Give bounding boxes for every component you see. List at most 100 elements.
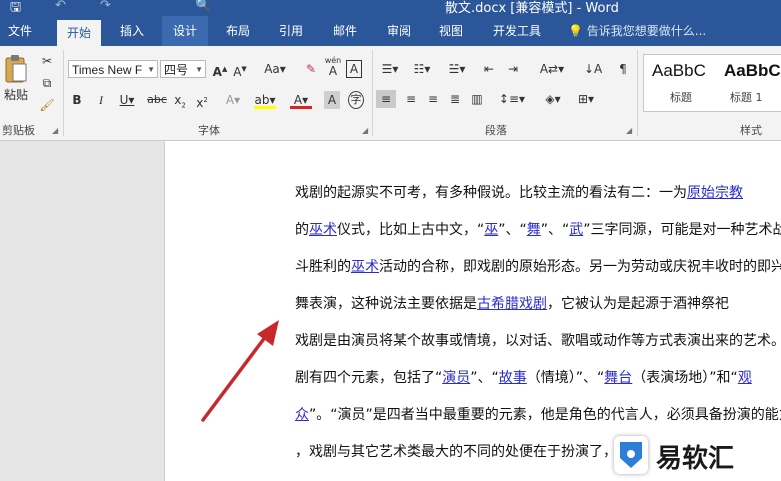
watermark-brand: 易软汇 [656, 444, 735, 474]
multilevel-list-icon[interactable]: ☱▾ [444, 60, 470, 78]
divider [63, 50, 64, 136]
bullets-icon[interactable]: ☰▾ [378, 60, 402, 78]
italic-icon[interactable]: I [94, 91, 108, 109]
sort-icon[interactable]: ↓A [584, 60, 602, 78]
hyperlink[interactable]: 古希腊戏剧 [477, 296, 547, 312]
shrink-font-icon[interactable]: A▼ [232, 60, 248, 79]
hyperlink[interactable]: 原始宗教 [687, 185, 743, 201]
document-line[interactable]: 剧有四个元素，包括了“演员”、“故事（情境）”、“舞台（表演场地）”和“观 [295, 368, 752, 388]
shading-icon[interactable]: ◈▾ [540, 90, 566, 108]
hyperlink[interactable]: 巫术 [309, 222, 337, 238]
format-painter-icon[interactable]: 🖌 [38, 96, 56, 114]
font-name-combo[interactable]: Times New F ▼ [68, 60, 158, 78]
document-line[interactable]: 众”。“演员”是四者当中最重要的元素，他是角色的代言人，必须具备扮演的能力 [295, 405, 781, 425]
decrease-indent-icon[interactable]: ⇤ [480, 60, 498, 78]
cut-icon[interactable]: ✂ [38, 52, 56, 70]
document-line[interactable]: ，戏剧与其它艺术类最大的不同的处便在于扮演了，通 [295, 442, 631, 462]
chevron-down-icon: ▼ [195, 65, 203, 74]
highlight-color-icon[interactable]: ab▾ [254, 91, 276, 109]
font-size-combo[interactable]: 四号 ▼ [160, 60, 206, 78]
styles-group-label: 样式 [740, 124, 762, 137]
undo-icon[interactable]: ↶ [55, 0, 66, 13]
tab-file[interactable]: 文件 [0, 16, 40, 46]
phonetic-guide-icon[interactable]: wén A [324, 56, 342, 80]
paragraph-launcher-icon[interactable]: ◢ [626, 126, 632, 135]
redo-icon[interactable]: ↷ [100, 0, 111, 13]
tab-home[interactable]: 开始 [57, 20, 101, 46]
bold-icon[interactable]: B [70, 91, 84, 109]
text-run: 活动的合称，即戏剧的原始形态。另一为劳动或庆祝丰收时的即兴歌 [379, 259, 781, 275]
text-run: ”、“ [498, 222, 527, 238]
ribbon-home: 粘贴 ✂ ⧉ 🖌 剪贴板 ◢ Times New F ▼ 四号 ▼ A▲ A▼ … [0, 46, 781, 141]
hyperlink[interactable]: 巫 [484, 222, 498, 238]
tab-layout[interactable]: 布局 [216, 16, 260, 46]
enclose-characters-icon[interactable]: 字 [348, 91, 364, 109]
red-arrow-annotation [201, 320, 279, 422]
style-heading-name: 标题 [670, 91, 692, 104]
align-right-icon[interactable]: ≡ [424, 90, 442, 108]
window-title: 散文.docx [兼容模式] - Word [445, 1, 619, 16]
style-heading1-name: 标题 1 [730, 91, 763, 104]
numbering-icon[interactable]: ☷▾ [410, 60, 434, 78]
tab-developer[interactable]: 开发工具 [482, 16, 552, 46]
text-run: 斗胜利的 [295, 259, 351, 275]
grow-font-icon[interactable]: A▲ [212, 60, 228, 79]
borders-icon[interactable]: ⊞▾ [574, 90, 598, 108]
hyperlink[interactable]: 演员 [442, 370, 470, 386]
tab-references[interactable]: 引用 [268, 16, 314, 46]
document-line[interactable]: 戏剧是由演员将某个故事或情境，以对话、歌唱或动作等方式表演出来的艺术。戏 [295, 331, 781, 351]
hyperlink[interactable]: 故事 [499, 370, 527, 386]
clipboard-group-label: 剪贴板 [2, 124, 35, 137]
text-effects-icon[interactable]: A▾ [222, 91, 244, 109]
font-group-label: 字体 [198, 124, 220, 137]
change-case-icon[interactable]: Aa▾ [260, 60, 290, 78]
hyperlink[interactable]: 众 [295, 407, 309, 423]
document-line[interactable]: 的巫术仪式，比如上古中文，“巫”、“舞”、“武”三字同源，可能是对一种艺术战 [295, 220, 781, 240]
superscript-icon[interactable]: x2 [194, 91, 210, 110]
print-preview-icon[interactable]: 🔍 [195, 0, 211, 13]
text-run: 戏剧是由演员将某个故事或情境，以对话、歌唱或动作等方式表演出来的艺术。戏 [295, 333, 781, 349]
tab-mailings[interactable]: 邮件 [322, 16, 368, 46]
subscript-icon[interactable]: x2 [172, 91, 188, 109]
underline-icon[interactable]: U▾ [116, 91, 138, 109]
hyperlink[interactable]: 舞台 [604, 370, 632, 386]
character-shading-icon[interactable]: A [324, 91, 340, 109]
distributed-icon[interactable]: ▥ [468, 90, 486, 108]
text-run: ”、“ [470, 370, 499, 386]
paste-icon[interactable] [4, 54, 28, 84]
hyperlink[interactable]: 武 [569, 222, 583, 238]
styles-gallery[interactable]: AaBbC 标题 AaBbC 标题 1 [643, 54, 781, 112]
increase-indent-icon[interactable]: ⇥ [504, 60, 522, 78]
tell-me-box[interactable]: 💡 告诉我您想要做什么... [568, 16, 706, 46]
paste-button[interactable]: 粘贴 [2, 86, 30, 104]
font-name-value: Times New F [72, 63, 143, 77]
font-size-value: 四号 [164, 63, 189, 77]
align-center-icon[interactable]: ≡ [402, 90, 420, 108]
document-line[interactable]: 舞表演，这种说法主要依据是古希腊戏剧，它被认为是起源于酒神祭祀 [295, 294, 729, 314]
clipboard-launcher-icon[interactable]: ◢ [52, 126, 58, 135]
text-run: ”、“ [540, 222, 570, 238]
tab-design[interactable]: 设计 [162, 16, 208, 46]
character-border-icon[interactable]: A [346, 60, 362, 78]
hyperlink[interactable]: 观 [738, 370, 752, 386]
hyperlink[interactable]: 舞 [527, 222, 541, 238]
save-icon[interactable]: 🖫 [10, 0, 21, 16]
line-spacing-icon[interactable]: ↕≡▾ [498, 90, 526, 108]
style-heading-preview[interactable]: AaBbC [652, 61, 706, 81]
strikethrough-icon[interactable]: abc [146, 91, 168, 109]
align-left-icon[interactable]: ≡ [376, 90, 396, 108]
tab-insert[interactable]: 插入 [110, 16, 154, 46]
tab-view[interactable]: 视图 [428, 16, 474, 46]
document-line[interactable]: 戏剧的起源实不可考，有多种假说。比较主流的看法有二：一为原始宗教 [295, 183, 743, 203]
font-color-icon[interactable]: A▾ [290, 91, 312, 109]
style-heading1-preview[interactable]: AaBbC [724, 61, 781, 81]
justify-icon[interactable]: ≣ [446, 90, 464, 108]
hyperlink[interactable]: 巫术 [351, 259, 379, 275]
chinese-layout-icon[interactable]: A⇄▾ [538, 60, 566, 78]
clear-formatting-icon[interactable]: ✎ [302, 60, 320, 78]
show-marks-icon[interactable]: ¶ [616, 60, 630, 78]
copy-icon[interactable]: ⧉ [38, 74, 56, 92]
font-launcher-icon[interactable]: ◢ [362, 126, 368, 135]
tab-review[interactable]: 审阅 [376, 16, 422, 46]
document-line[interactable]: 斗胜利的巫术活动的合称，即戏剧的原始形态。另一为劳动或庆祝丰收时的即兴歌 [295, 257, 781, 277]
